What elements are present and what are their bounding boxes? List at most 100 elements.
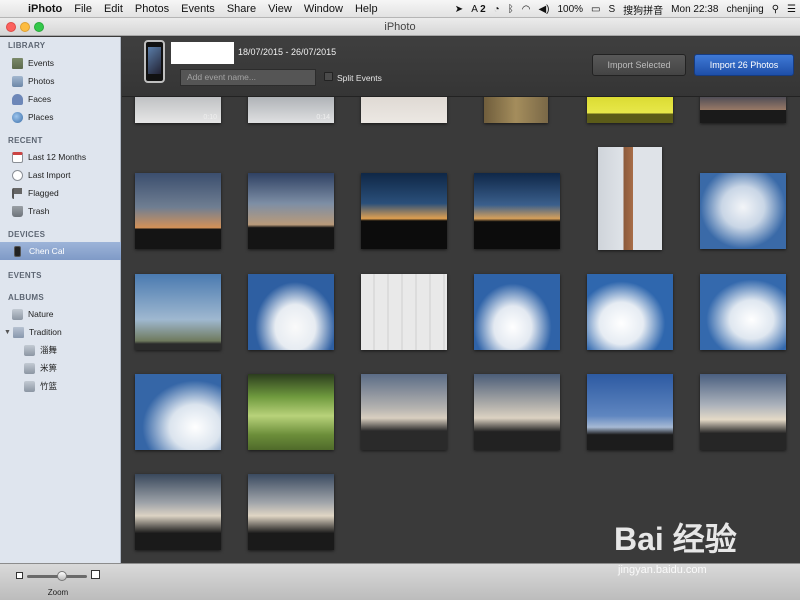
battery-icon[interactable]: ▭ [587, 4, 604, 15]
menu-edit[interactable]: Edit [98, 0, 129, 18]
sidebar-item-events[interactable]: Events [0, 54, 121, 72]
notification-center-icon[interactable]: ☰ [783, 4, 800, 15]
photo-thumbnail[interactable] [248, 173, 334, 249]
time-machine-icon[interactable]: ◔ [490, 4, 504, 15]
menu-photos[interactable]: Photos [129, 0, 175, 18]
calendar-icon [12, 151, 23, 163]
photo-thumbnail[interactable] [700, 274, 786, 350]
photo-thumbnail[interactable] [700, 97, 786, 123]
zoom-slider-handle[interactable] [57, 571, 67, 581]
disclosure-triangle-icon[interactable]: ▼ [4, 329, 11, 336]
photo-thumbnail[interactable] [135, 374, 221, 450]
photo-thumbnail[interactable] [474, 173, 560, 249]
menu-share[interactable]: Share [221, 0, 262, 18]
adobe-count: 2 [480, 3, 486, 15]
menu-window[interactable]: Window [298, 0, 349, 18]
trash-icon [12, 205, 23, 217]
spotlight-icon[interactable]: ⚲ [768, 4, 783, 15]
album-icon [24, 380, 35, 392]
photo-thumbnail[interactable] [587, 274, 673, 350]
sidebar-item-label: Events [28, 58, 54, 68]
title-bar: iPhoto [0, 18, 800, 36]
sidebar-item-last-12-months[interactable]: Last 12 Months [0, 148, 121, 166]
album-icon [12, 308, 23, 320]
photo-thumbnail[interactable] [361, 97, 447, 123]
zoom-in-icon[interactable] [91, 570, 100, 579]
photo-thumbnail[interactable] [135, 173, 221, 249]
input-method-icon[interactable]: S [605, 4, 620, 15]
album-icon [24, 344, 35, 356]
photo-thumbnail[interactable] [135, 274, 221, 350]
watermark-url: jingyan.baidu.com [618, 564, 707, 576]
sidebar-item-tradition-child-3[interactable]: 竹篮 [0, 377, 121, 395]
photo-thumbnail[interactable]: 0:10 [135, 97, 221, 123]
photo-thumbnail[interactable] [474, 274, 560, 350]
albums-header: ALBUMS [8, 293, 45, 302]
video-duration: 0:14 [316, 114, 330, 121]
status-area: ➤ A 2 ◔ ᛒ ◠ ◀) 100% ▭ S 搜狗拼音 Mon 22:38 c… [451, 0, 800, 18]
photo-thumbnail[interactable] [474, 374, 560, 450]
sidebar-item-flagged[interactable]: Flagged [0, 184, 121, 202]
menu-app-name[interactable]: iPhoto [22, 0, 68, 18]
battery-percent[interactable]: 100% [553, 4, 587, 15]
sidebar-item-label: Last Import [28, 170, 71, 180]
sidebar-item-faces[interactable]: Faces [0, 90, 121, 108]
sidebar-item-tradition[interactable]: ▼ Tradition [0, 323, 121, 341]
input-method-label[interactable]: 搜狗拼音 [619, 2, 667, 17]
menu-view[interactable]: View [262, 0, 298, 18]
user-name[interactable]: chenjing [722, 4, 767, 15]
menu-file[interactable]: File [68, 0, 98, 18]
clock[interactable]: Mon 22:38 [667, 4, 722, 15]
menu-bar: iPhoto File Edit Photos Events Share Vie… [0, 0, 800, 18]
photo-thumbnail[interactable] [361, 374, 447, 450]
watermark-brand: Bai 经验 [614, 521, 737, 557]
sidebar-item-label: Flagged [28, 188, 59, 198]
split-events-checkbox[interactable] [324, 72, 333, 81]
sidebar-item-photos[interactable]: Photos [0, 72, 121, 90]
bluetooth-icon[interactable]: ᛒ [504, 4, 518, 15]
photos-icon [12, 75, 23, 87]
location-arrow-icon[interactable]: ➤ [451, 4, 467, 15]
globe-icon [12, 111, 23, 123]
devices-header: DEVICES [8, 230, 46, 239]
photo-thumbnail[interactable] [587, 97, 673, 123]
photo-thumbnail[interactable] [248, 374, 334, 450]
photo-thumbnail[interactable] [700, 173, 786, 249]
import-all-button[interactable]: Import 26 Photos [694, 54, 794, 76]
zoom-label: Zoom [47, 588, 69, 597]
volume-icon[interactable]: ◀) [534, 4, 553, 15]
photo-thumbnail[interactable] [248, 474, 334, 550]
event-name-input[interactable]: Add event name... [180, 69, 316, 86]
sidebar-item-trash[interactable]: Trash [0, 202, 121, 220]
photo-thumbnail[interactable] [361, 173, 447, 249]
sidebar-item-tradition-child-2[interactable]: 米箅 [0, 359, 121, 377]
photo-thumbnail[interactable] [484, 97, 548, 123]
photo-thumbnail[interactable] [135, 474, 221, 550]
sidebar-item-label: Tradition [28, 327, 62, 337]
menu-help[interactable]: Help [349, 0, 384, 18]
photo-thumbnail[interactable] [700, 374, 786, 450]
iphone-icon [14, 245, 21, 257]
menu-events[interactable]: Events [175, 0, 221, 18]
sidebar-item-tradition-child-1[interactable]: 淄舞 [0, 341, 121, 359]
photo-thumbnail[interactable]: 0:14 [248, 97, 334, 123]
import-selected-button[interactable]: Import Selected [592, 54, 686, 76]
sidebar-item-last-import[interactable]: Last Import [0, 166, 121, 184]
iphoto-window: iPhoto File Edit Photos Events Share Vie… [0, 0, 800, 600]
device-name-field[interactable] [171, 42, 234, 64]
sidebar-item-label: Trash [28, 206, 50, 216]
sidebar-item-nature[interactable]: Nature [0, 305, 121, 323]
photo-thumbnail[interactable] [587, 374, 673, 450]
wifi-icon[interactable]: ◠ [518, 4, 535, 15]
zoom-out-icon[interactable] [16, 572, 23, 579]
sidebar-item-label: Last 12 Months [28, 152, 87, 162]
photo-thumbnail[interactable] [248, 274, 334, 350]
sidebar-item-device[interactable]: Chen Cal [0, 242, 121, 260]
split-events-label: Split Events [337, 73, 382, 83]
photo-thumbnail[interactable] [598, 147, 662, 250]
adobe-icon[interactable]: A 2 [467, 4, 489, 15]
photo-thumbnail[interactable] [361, 274, 447, 350]
sidebar-item-label: 竹篮 [40, 381, 58, 391]
sidebar-item-places[interactable]: Places [0, 108, 121, 126]
sidebar-item-label: Nature [28, 309, 54, 319]
